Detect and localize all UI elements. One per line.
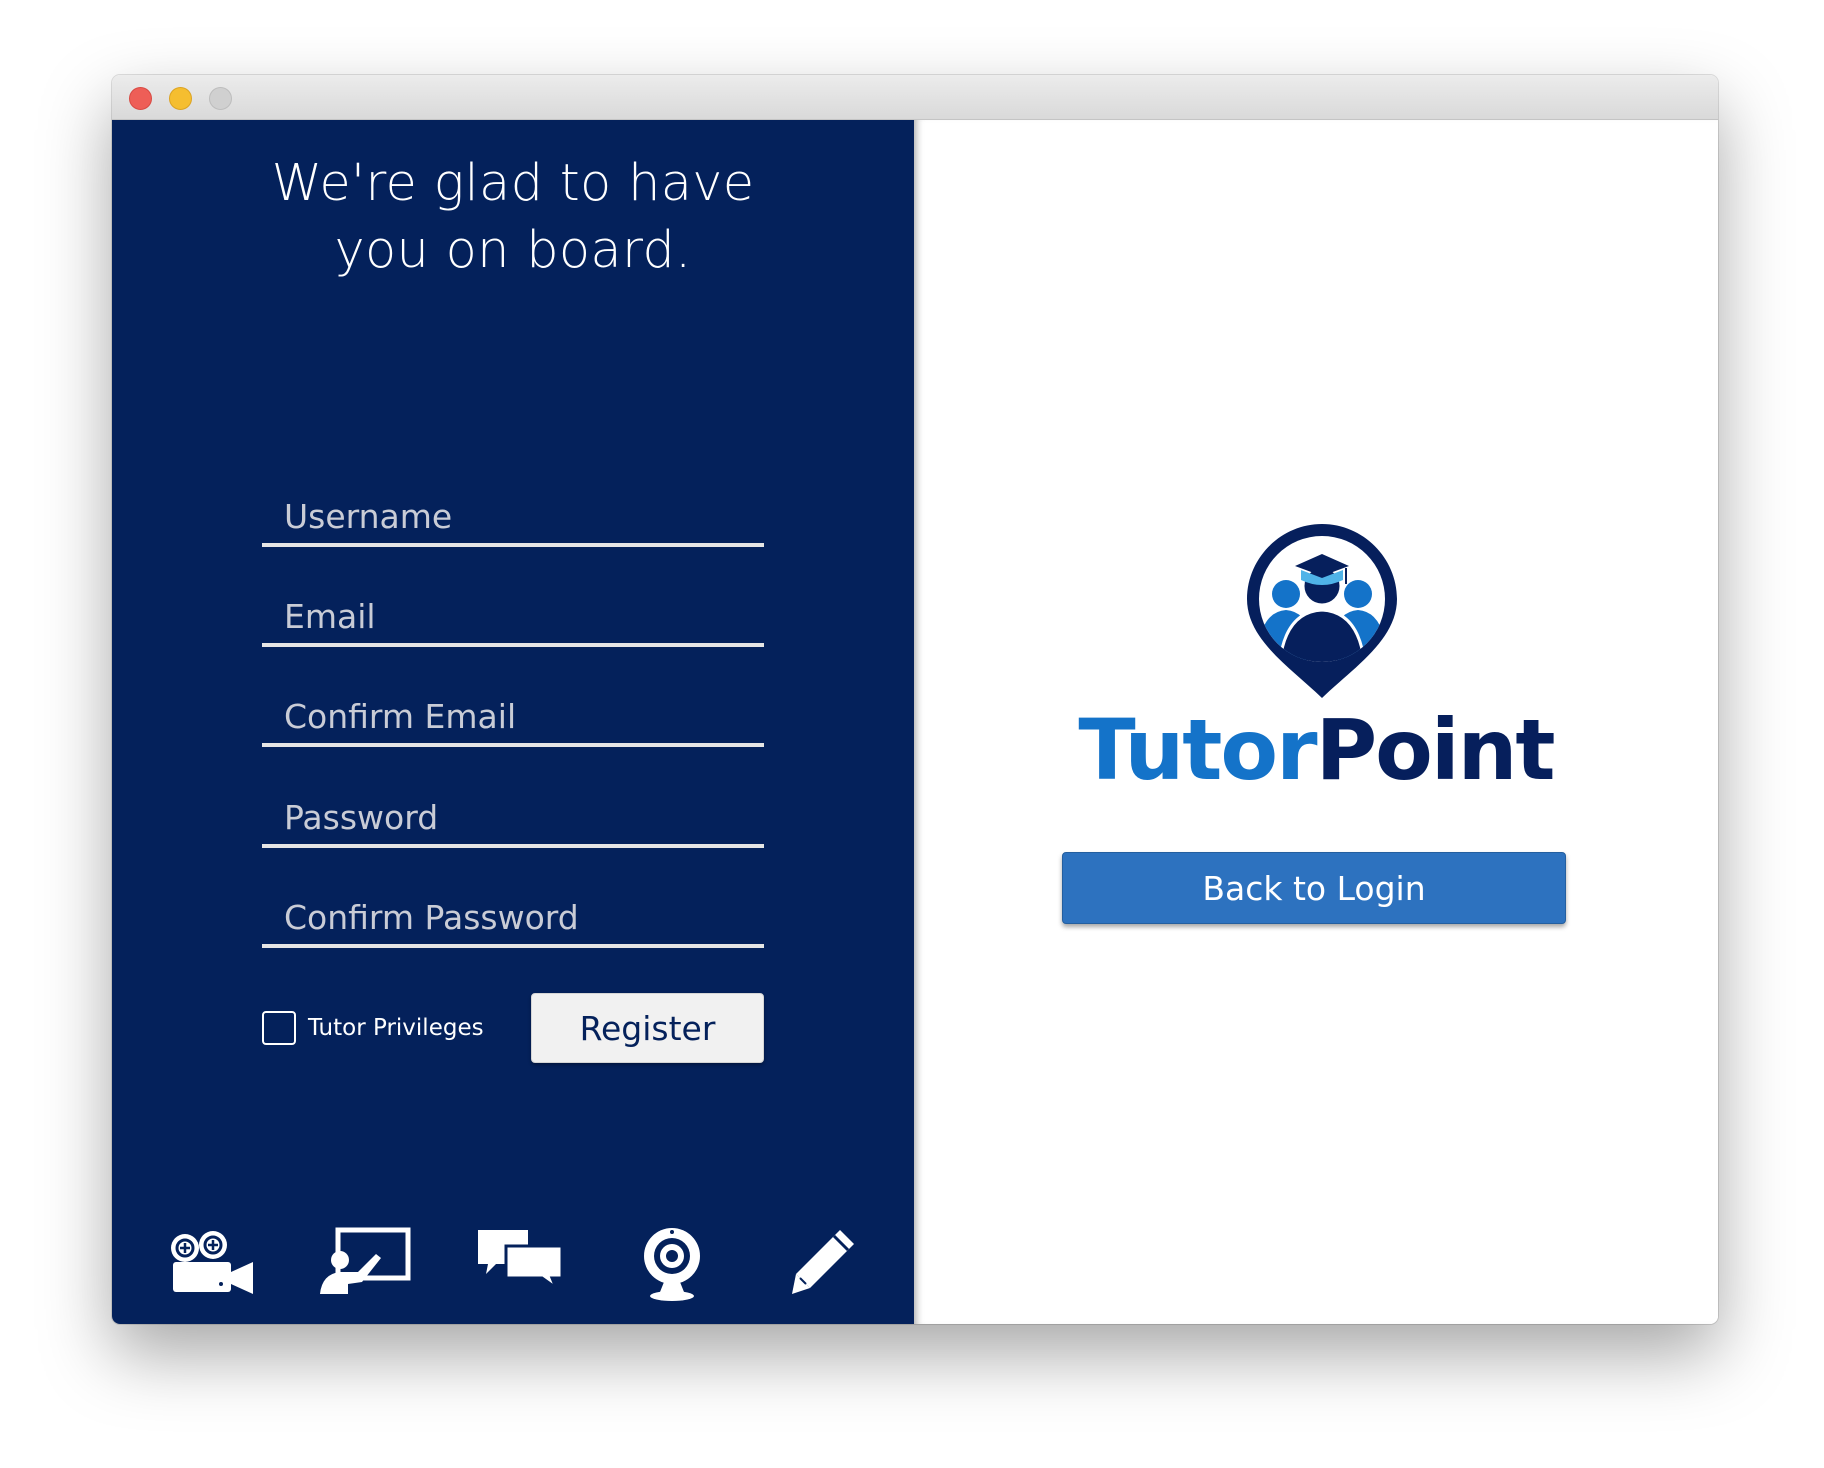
confirm-password-input[interactable] [262, 878, 764, 944]
register-button[interactable]: Register [531, 993, 764, 1063]
email-input[interactable] [262, 577, 764, 643]
confirm-email-input[interactable] [262, 677, 764, 743]
username-input[interactable] [262, 477, 764, 543]
headline-line-2: you on board. [334, 221, 692, 280]
pencil-icon [788, 1226, 858, 1306]
brand-wordmark-tutor: Tutor [1078, 701, 1317, 799]
registration-panel: We're glad to have you on board. Tutor P… [112, 120, 914, 1324]
headline-line-1: We're glad to have [271, 154, 755, 213]
chat-bubbles-icon [474, 1226, 564, 1306]
brand-wordmark-point: Point [1315, 701, 1556, 799]
maximize-window-button[interactable] [209, 87, 232, 110]
feature-icon-row [112, 1226, 914, 1306]
close-window-button[interactable] [129, 87, 152, 110]
webcam-icon [640, 1226, 704, 1306]
email-field [262, 577, 764, 647]
presentation-board-icon [318, 1226, 413, 1306]
password-field [262, 778, 764, 848]
tutor-privileges-checkbox[interactable] [262, 1011, 296, 1045]
minimize-window-button[interactable] [169, 87, 192, 110]
back-to-login-button[interactable]: Back to Login [1062, 852, 1566, 924]
confirm-password-field [262, 878, 764, 948]
tutor-privileges-option[interactable]: Tutor Privileges [262, 1010, 484, 1046]
username-field [262, 477, 764, 547]
title-bar [112, 75, 1718, 120]
password-input[interactable] [262, 778, 764, 844]
brand-wordmark: TutorPoint [1000, 700, 1632, 800]
tutorpoint-logo-icon [1243, 520, 1401, 705]
tutor-privileges-label: Tutor Privileges [308, 1015, 484, 1041]
video-camera-icon [167, 1226, 257, 1306]
confirm-email-field [262, 677, 764, 747]
welcome-headline: We're glad to have you on board. [112, 150, 914, 284]
